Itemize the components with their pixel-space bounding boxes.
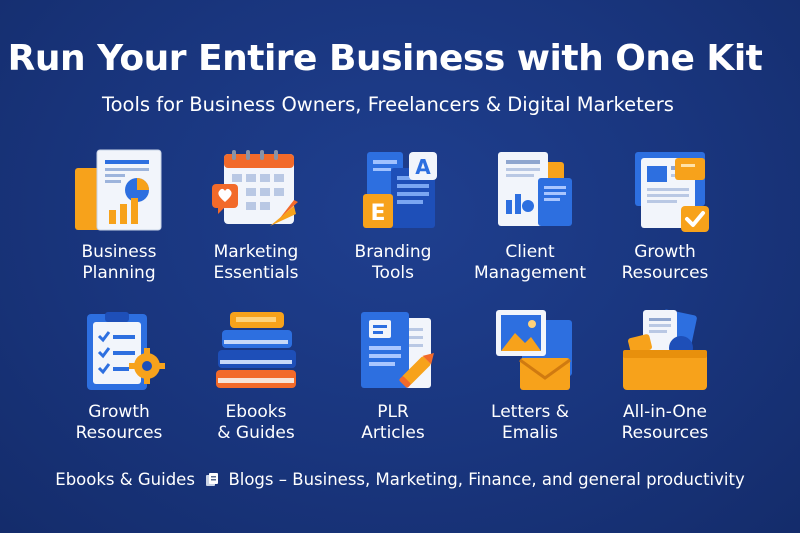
tile-all-in-one-resources[interactable]: All-in-One Resources xyxy=(595,308,735,444)
tile-growth-resources-2[interactable]: Growth Resources xyxy=(49,308,189,444)
footer-caption: Ebooks & Guides Blogs – Business, Market… xyxy=(0,470,800,489)
tile-label: Client Management xyxy=(474,242,586,283)
image-envelope-icon xyxy=(496,310,572,390)
footer-part-blogs: Blogs – Business, Marketing, Finance, an… xyxy=(228,470,745,489)
branding-typography-icon: A E xyxy=(363,152,437,228)
tile-label: Ebooks & Guides xyxy=(217,402,295,443)
svg-text:E: E xyxy=(370,201,385,226)
checklist-gear-icon xyxy=(87,312,165,390)
document-stack-icon xyxy=(206,473,219,486)
tile-label: PLR Articles xyxy=(361,402,425,443)
tile-branding-tools[interactable]: A E Branding Tools xyxy=(323,148,463,284)
business-plan-report-icon xyxy=(75,149,162,231)
marketing-calendar-icon xyxy=(212,150,298,226)
tile-label: Business Planning xyxy=(81,242,157,283)
tile-ebooks-guides[interactable]: Ebooks & Guides xyxy=(186,308,326,444)
tile-marketing-essentials[interactable]: Marketing Essentials xyxy=(186,148,326,284)
tile-growth-resources-1[interactable]: Growth Resources xyxy=(595,148,735,284)
tile-letters-emails[interactable]: Letters & Emalis xyxy=(460,308,600,444)
tile-business-planning[interactable]: Business Planning xyxy=(49,148,189,284)
book-stack-icon xyxy=(216,312,296,388)
tile-label: Branding Tools xyxy=(354,242,432,283)
growth-documents-check-icon xyxy=(635,152,709,232)
footer-part-ebooks: Ebooks & Guides xyxy=(55,470,195,489)
tile-label: All-in-One Resources xyxy=(621,402,709,443)
tile-label: Marketing Essentials xyxy=(213,242,299,283)
resource-box-icon xyxy=(623,309,707,390)
svg-text:A: A xyxy=(415,155,431,179)
tile-label: Growth Resources xyxy=(621,242,709,283)
tile-plr-articles[interactable]: PLR Articles xyxy=(323,308,463,444)
tile-client-management[interactable]: Client Management xyxy=(460,148,600,284)
tile-grid: Business Planning Marketing Essentials A… xyxy=(0,0,800,533)
tile-label: Growth Resources xyxy=(75,402,163,443)
client-documents-icon xyxy=(498,152,572,226)
articles-pencil-icon xyxy=(361,312,434,388)
tile-label: Letters & Emalis xyxy=(491,402,569,443)
